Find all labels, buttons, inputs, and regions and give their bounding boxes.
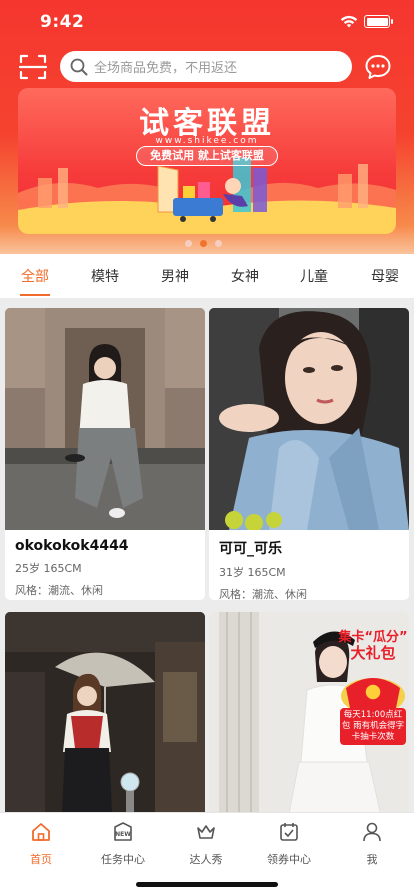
promo-title-line2: 大礼包: [350, 644, 396, 662]
talent-style: 风格：潮流、休闲: [219, 588, 307, 600]
talent-photo: [209, 308, 409, 530]
tab-models[interactable]: 模特: [91, 266, 119, 286]
talent-stats: 31岁 165CM: [219, 566, 286, 579]
talent-name: 可可_可乐: [219, 541, 282, 557]
nav-label: 首页: [30, 853, 52, 866]
nav-talent-show[interactable]: 达人秀: [166, 821, 246, 867]
search-input[interactable]: 全场商品免费，不用返还: [60, 51, 352, 82]
search-placeholder: 全场商品免费，不用返还: [94, 61, 238, 76]
talent-card[interactable]: 可可_可乐 31岁 165CM 风格：潮流、休闲: [209, 308, 409, 600]
talent-photo: [5, 308, 205, 530]
home-icon: [32, 823, 50, 841]
nav-home[interactable]: 首页: [1, 821, 81, 867]
tab-all[interactable]: 全部: [21, 266, 49, 286]
promo-description: 每天11:00点红包 雨有机会得字卡抽卡次数: [340, 708, 406, 745]
status-time: 9:42: [40, 12, 85, 32]
promo-banner[interactable]: 试客联盟 www.shikee.com 免费试用 就上试客联盟: [18, 88, 396, 234]
talent-name: okokokok4444: [15, 538, 129, 554]
carousel-indicator: [185, 240, 222, 247]
talent-card[interactable]: okokokok4444 25岁 165CM 风格：潮流、休闲: [5, 308, 205, 600]
carousel-dot[interactable]: [185, 240, 192, 247]
talent-feed: okokokok4444 25岁 165CM 风格：潮流、休闲 可可_可乐 31…: [0, 298, 414, 812]
tab-men[interactable]: 男神: [161, 266, 189, 286]
active-tab-indicator: [20, 294, 50, 296]
promo-title-line1: 集卡“瓜分”: [338, 630, 408, 645]
nav-label: 达人秀: [189, 853, 223, 866]
talent-card[interactable]: [5, 612, 205, 812]
status-bar: 9:42: [0, 0, 414, 44]
battery-icon: [364, 15, 393, 28]
nav-me[interactable]: 我: [332, 821, 412, 867]
tab-children[interactable]: 儿童: [300, 266, 328, 286]
crown-icon: [197, 825, 215, 839]
nav-label: 我: [366, 853, 378, 866]
promo-floating-badge[interactable]: 集卡“瓜分” 大礼包 每天11:00点红包 雨有机会得字卡抽卡次数: [338, 628, 408, 746]
coupon-icon: [280, 823, 298, 841]
tab-mother-baby[interactable]: 母婴: [371, 266, 399, 286]
nav-label: 领券中心: [267, 853, 311, 866]
scan-icon[interactable]: [18, 52, 48, 82]
nav-label: 任务中心: [101, 853, 145, 866]
carousel-dot-active[interactable]: [200, 240, 207, 247]
talent-style: 风格：潮流、休闲: [15, 584, 103, 597]
banner-url: www.shikee.com: [155, 136, 259, 146]
search-row: 全场商品免费，不用返还: [0, 50, 414, 84]
banner-slogan: 免费试用 就上试客联盟: [136, 146, 278, 166]
search-icon: [70, 58, 88, 75]
talent-stats: 25岁 165CM: [15, 562, 82, 575]
nav-coupon-center[interactable]: 领券中心: [249, 821, 329, 867]
nav-task-center[interactable]: NEW 任务中心: [83, 821, 163, 867]
wifi-icon: [340, 15, 358, 28]
tab-women[interactable]: 女神: [231, 266, 259, 286]
svg-text:NEW: NEW: [115, 831, 131, 838]
carousel-dot[interactable]: [215, 240, 222, 247]
message-icon[interactable]: [364, 53, 392, 81]
new-task-icon: NEW: [114, 822, 132, 841]
home-indicator: [136, 882, 278, 887]
user-icon: [363, 822, 381, 842]
talent-photo: [5, 612, 205, 812]
category-tabs: 全部 模特 男神 女神 儿童 母婴: [0, 254, 414, 298]
status-icons: [340, 15, 393, 28]
